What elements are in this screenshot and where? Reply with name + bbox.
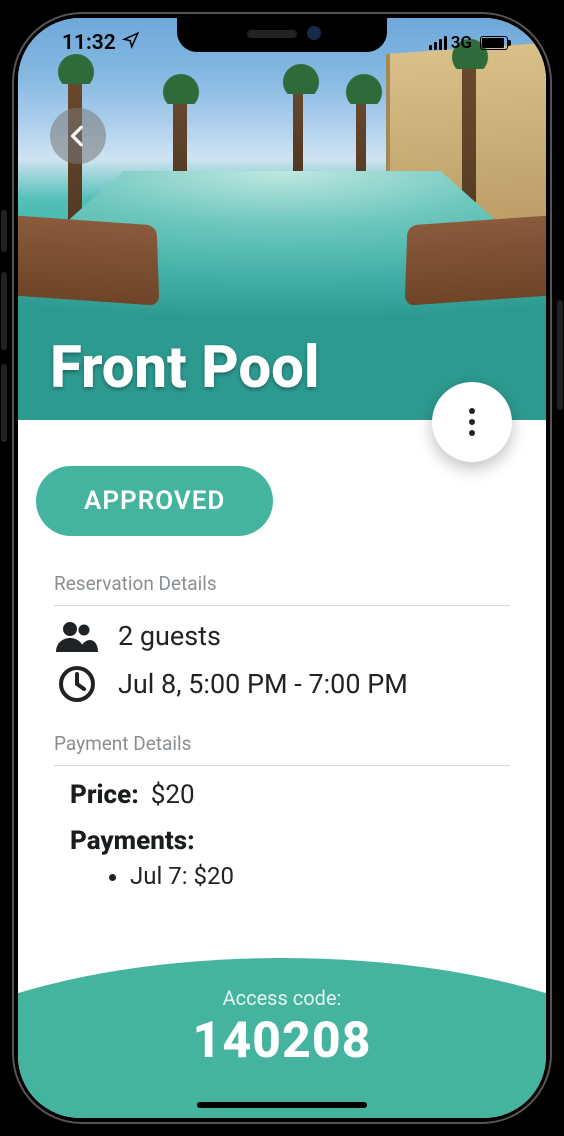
- payment-item: Jul 7: $20: [130, 862, 510, 890]
- guests-icon: [54, 620, 100, 652]
- guests-row: 2 guests: [54, 620, 510, 652]
- location-services-icon: [122, 31, 140, 55]
- price-label: Price:: [70, 780, 139, 810]
- cellular-signal-icon: [429, 36, 447, 50]
- section-label-reservation: Reservation Details: [54, 572, 510, 595]
- content-area: APPROVED Reservation Details 2 guests: [18, 420, 546, 890]
- chevron-left-icon: [65, 123, 91, 149]
- network-type-label: 3G: [451, 33, 472, 53]
- device-notch: [177, 18, 387, 52]
- more-vertical-icon: [469, 408, 475, 436]
- divider: [54, 605, 510, 606]
- home-indicator[interactable]: [197, 1102, 367, 1108]
- page-title: Front Pool: [50, 334, 319, 402]
- hero-image: Front Pool: [18, 18, 546, 420]
- payments-label: Payments:: [70, 826, 510, 856]
- datetime-row: Jul 8, 5:00 PM - 7:00 PM: [54, 664, 510, 704]
- divider: [54, 765, 510, 766]
- access-code-panel: Access code: 140208: [18, 958, 546, 1118]
- access-code-label: Access code:: [18, 986, 546, 1010]
- guests-value: 2 guests: [118, 620, 221, 652]
- more-options-button[interactable]: [432, 382, 512, 462]
- app-screen: 11:32 3G: [18, 18, 546, 1118]
- battery-icon: [480, 36, 508, 50]
- datetime-value: Jul 8, 5:00 PM - 7:00 PM: [118, 668, 408, 700]
- price-value: $20: [151, 780, 195, 810]
- clock-icon: [54, 664, 100, 704]
- payments-list: Jul 7: $20: [70, 862, 510, 890]
- price-row: Price: $20: [70, 780, 510, 810]
- back-button[interactable]: [50, 108, 106, 164]
- reservation-status-badge: APPROVED: [36, 466, 273, 536]
- status-time: 11:32: [62, 31, 116, 55]
- access-code-value: 140208: [18, 1012, 546, 1070]
- section-label-payment: Payment Details: [54, 732, 510, 755]
